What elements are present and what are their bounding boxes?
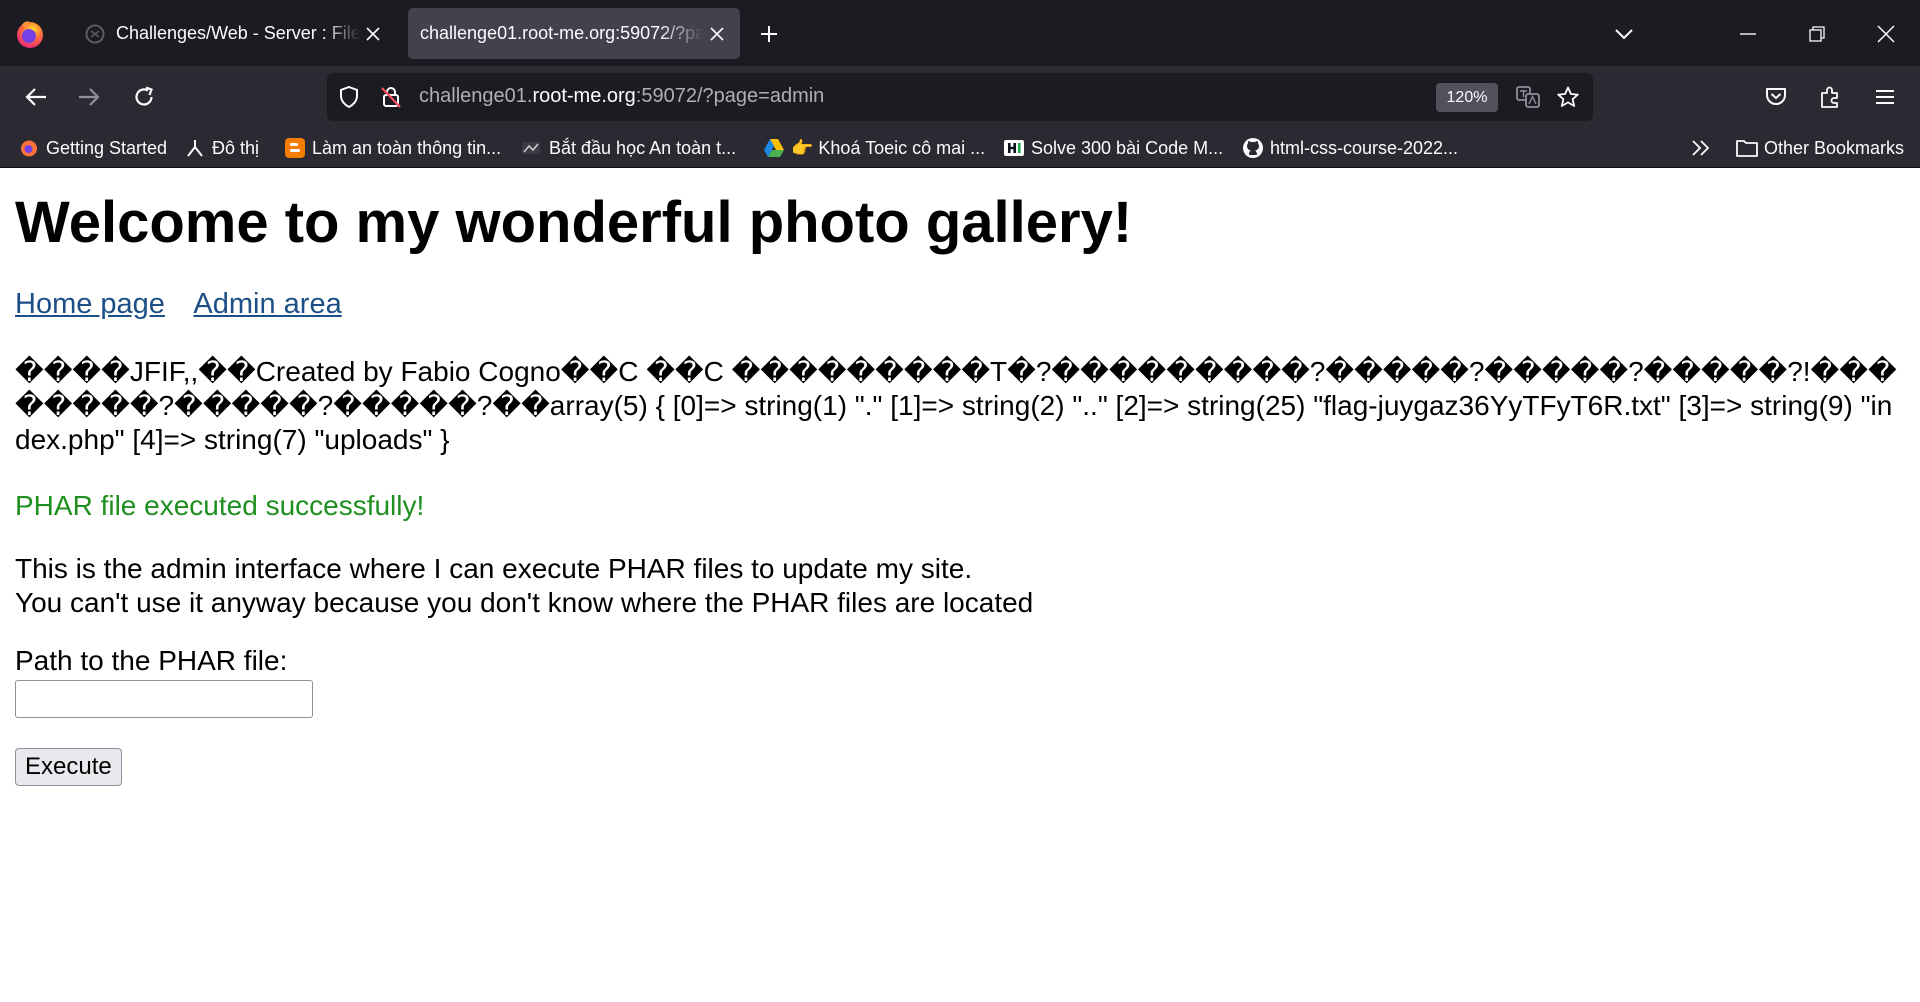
bookmark-label: Đô thị bbox=[212, 137, 260, 158]
pocket-icon[interactable] bbox=[1757, 78, 1795, 116]
more-bookmarks-chevron-icon[interactable] bbox=[1690, 133, 1712, 163]
tab-title: Challenges/Web - Server : File upload bbox=[116, 23, 360, 43]
bookmark-khoa-toeic[interactable]: 👉 Khoá Toeic cô mai ... bbox=[763, 133, 985, 163]
page-title: Welcome to my wonderful photo gallery! bbox=[15, 190, 1133, 255]
back-arrow-icon[interactable] bbox=[17, 78, 55, 116]
bookmark-site-icon bbox=[184, 137, 206, 159]
bookmark-label: html-css-course-2022... bbox=[1270, 137, 1459, 158]
other-bookmarks-label: Other Bookmarks bbox=[1764, 137, 1905, 158]
bookmark-getting-started[interactable]: Getting Started bbox=[18, 133, 167, 163]
bookmark-lam-an-toan[interactable]: Làm an toàn thông tin... bbox=[284, 133, 501, 163]
forward-arrow-icon[interactable] bbox=[70, 78, 108, 116]
bookmark-solve-300[interactable]: Solve 300 bài Code M... bbox=[1003, 133, 1223, 163]
tab-admin-active[interactable]: challenge01.root-me.org:59072/?page=admi… bbox=[408, 8, 740, 59]
admin-area-link[interactable]: Admin area bbox=[193, 288, 341, 320]
star-bookmark-icon[interactable] bbox=[1556, 85, 1580, 109]
success-message: PHAR file executed successfully! bbox=[15, 490, 425, 521]
phar-path-label: Path to the PHAR file: bbox=[15, 645, 288, 676]
bookmark-label: Getting Started bbox=[46, 137, 168, 158]
blogger-icon bbox=[284, 137, 306, 159]
home-page-link[interactable]: Home page bbox=[15, 288, 165, 320]
close-tab-icon[interactable] bbox=[360, 21, 386, 47]
info-line: This is the admin interface where I can … bbox=[15, 553, 973, 584]
hackerrank-icon bbox=[1003, 137, 1025, 159]
github-icon bbox=[1242, 137, 1264, 159]
folder-icon bbox=[1736, 137, 1758, 159]
bookmark-html-css-course[interactable]: html-css-course-2022... bbox=[1242, 133, 1458, 163]
bookmark-bat-dau-hoc[interactable]: Bắt đầu học An toàn t... bbox=[521, 133, 736, 163]
phar-execution-output: ����JFIF,,��Created by Fabio Cogno��C ��… bbox=[15, 356, 1897, 455]
list-all-tabs-chevron-icon[interactable] bbox=[1604, 14, 1644, 54]
insecure-lock-icon[interactable] bbox=[379, 85, 403, 109]
bookmarks-toolbar: Getting Started Đô thị Làm an toàn thông… bbox=[0, 128, 1920, 168]
translate-icon[interactable] bbox=[1516, 85, 1540, 109]
phar-path-input[interactable] bbox=[15, 680, 313, 718]
google-drive-icon bbox=[763, 137, 785, 159]
minimize-icon[interactable] bbox=[1728, 14, 1768, 54]
close-window-icon[interactable] bbox=[1866, 14, 1906, 54]
admin-info-text: This is the admin interface where I can … bbox=[15, 552, 1033, 620]
firefox-icon[interactable] bbox=[13, 17, 47, 51]
info-line: You can't use it anyway because you don'… bbox=[15, 587, 1034, 618]
title-bar: Challenges/Web - Server : File upload ch… bbox=[0, 0, 1920, 66]
address-bar[interactable]: challenge01.root-me.org:59072/?page=admi… bbox=[327, 73, 1593, 121]
shield-icon[interactable] bbox=[337, 85, 361, 109]
bookmark-label: Solve 300 bài Code M... bbox=[1031, 137, 1224, 158]
url-text[interactable]: challenge01.root-me.org:59072/?page=admi… bbox=[419, 85, 824, 108]
firefox-icon bbox=[18, 137, 40, 159]
page-content: Welcome to my wonderful photo gallery! H… bbox=[0, 169, 1920, 1002]
reload-icon[interactable] bbox=[125, 78, 163, 116]
restore-icon[interactable] bbox=[1797, 14, 1837, 54]
close-tab-icon[interactable] bbox=[704, 21, 730, 47]
hamburger-menu-icon[interactable] bbox=[1866, 78, 1904, 116]
zoom-level-badge[interactable]: 120% bbox=[1436, 83, 1498, 112]
bookmark-label: Bắt đầu học An toàn t... bbox=[549, 137, 737, 158]
navigation-toolbar: challenge01.root-me.org:59072/?page=admi… bbox=[0, 66, 1920, 128]
url-host: root-me.org bbox=[532, 85, 636, 107]
nav-links: Home page Admin area bbox=[15, 288, 364, 321]
extensions-puzzle-icon[interactable] bbox=[1811, 78, 1849, 116]
bookmark-site-icon bbox=[521, 137, 543, 159]
new-tab-plus-icon[interactable] bbox=[752, 17, 786, 51]
url-prefix: challenge01. bbox=[419, 85, 533, 107]
tab-challenges[interactable]: Challenges/Web - Server : File upload bbox=[70, 8, 396, 59]
url-suffix: :59072/?page=admin bbox=[635, 85, 825, 107]
other-bookmarks[interactable]: Other Bookmarks bbox=[1736, 133, 1904, 163]
bookmark-label: 👉 Khoá Toeic cô mai ... bbox=[791, 137, 986, 158]
bookmark-do-thi[interactable]: Đô thị bbox=[184, 133, 259, 163]
rootme-favicon-icon bbox=[84, 23, 106, 45]
tab-title: challenge01.root-me.org:59072/?page=admi… bbox=[420, 23, 704, 43]
execute-button[interactable]: Execute bbox=[15, 748, 122, 786]
bookmark-label: Làm an toàn thông tin... bbox=[312, 137, 502, 158]
